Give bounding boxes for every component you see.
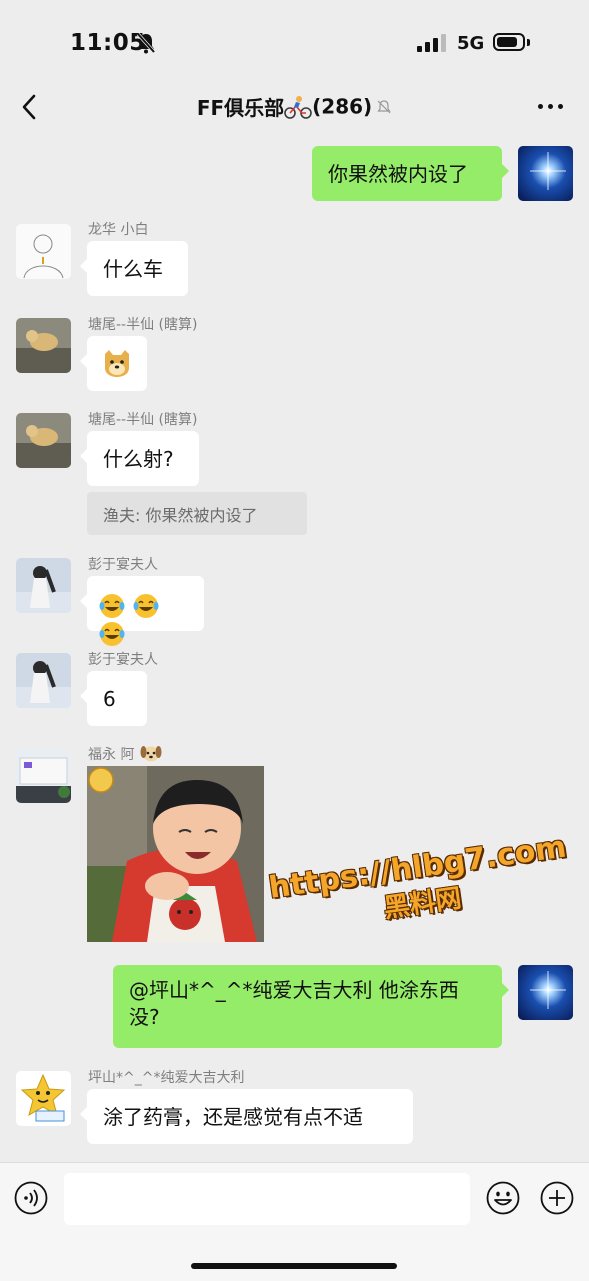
mute-bell-icon [377, 99, 391, 113]
message-bubble[interactable]: 6 [80, 671, 147, 726]
network-type: 5G [457, 33, 485, 54]
laughing-emoji-icon [99, 621, 127, 646]
sender-name: 坪山*^_^*纯爱大吉大利 [88, 1070, 245, 1086]
message-bubble[interactable]: 什么车 [80, 241, 188, 296]
message-input[interactable] [64, 1173, 470, 1225]
watermark: https://hlbg7.com 黑料网 [267, 829, 574, 940]
doge-emoji-icon [105, 350, 129, 377]
plus-icon[interactable] [540, 1181, 574, 1215]
chat-title[interactable]: FF俱乐部 (286) [0, 92, 589, 121]
message-bubble[interactable]: 什么射? [80, 431, 199, 486]
quoted-message[interactable]: 渔夫: 你果然被内设了 [87, 492, 307, 535]
message-text: @坪山*^_^*纯爱大吉大利 他涂东西没? [129, 978, 459, 1029]
group-name: FF俱乐部 [196, 96, 285, 120]
baby-photo-image[interactable] [87, 766, 264, 942]
chat-header: FF俱乐部 (286) [0, 80, 589, 132]
sender-name: 福永 阿 [88, 747, 135, 763]
message-text: 涂了药膏，还是感觉有点不适 [103, 1105, 363, 1129]
sender-avatar[interactable] [16, 1071, 71, 1126]
laughing-emoji-icon [99, 592, 127, 618]
sender-avatar[interactable] [16, 653, 71, 708]
puppy-emoji-icon [140, 746, 162, 762]
cyclist-emoji-icon [284, 95, 312, 119]
message-text: 什么射? [103, 447, 174, 471]
sender-name: 塘尾--半仙 (瞎算) [88, 317, 198, 333]
message-text: 什么车 [103, 257, 163, 281]
battery-icon [493, 33, 525, 51]
sender-name: 龙华 小白 [88, 222, 149, 238]
status-bar: 11:05 5G [0, 0, 589, 80]
home-indicator[interactable] [191, 1263, 397, 1269]
sender-avatar[interactable] [16, 748, 71, 803]
bell-off-icon [136, 32, 156, 54]
message-bubble-self[interactable]: @坪山*^_^*纯爱大吉大利 他涂东西没? [113, 965, 509, 1048]
status-time: 11:05 [70, 30, 146, 56]
sender-avatar[interactable] [16, 224, 71, 279]
message-bubble[interactable] [80, 576, 204, 646]
member-count: (286) [312, 94, 373, 119]
sender-avatar[interactable] [16, 558, 71, 613]
message-text: 6 [103, 687, 116, 711]
message-bubble-self[interactable]: 你果然被内设了 [312, 146, 509, 201]
self-avatar[interactable] [518, 965, 573, 1020]
message-bubble[interactable]: 涂了药膏，还是感觉有点不适 [80, 1089, 413, 1144]
more-options-icon[interactable] [538, 104, 564, 110]
cellular-signal-icon [417, 34, 447, 52]
sender-name: 彭于宴夫人 [88, 557, 158, 573]
sender-name: 彭于宴夫人 [88, 652, 158, 668]
emoji-icon[interactable] [486, 1181, 520, 1215]
sender-avatar[interactable] [16, 318, 71, 373]
voice-input-icon[interactable] [14, 1181, 48, 1215]
sender-name: 塘尾--半仙 (瞎算) [88, 412, 198, 428]
self-avatar[interactable] [518, 146, 573, 201]
message-bubble[interactable] [80, 336, 147, 391]
laughing-emoji-icon [133, 592, 161, 618]
sender-avatar[interactable] [16, 413, 71, 468]
battery-tip [527, 39, 530, 46]
message-text: 你果然被内设了 [328, 162, 468, 186]
